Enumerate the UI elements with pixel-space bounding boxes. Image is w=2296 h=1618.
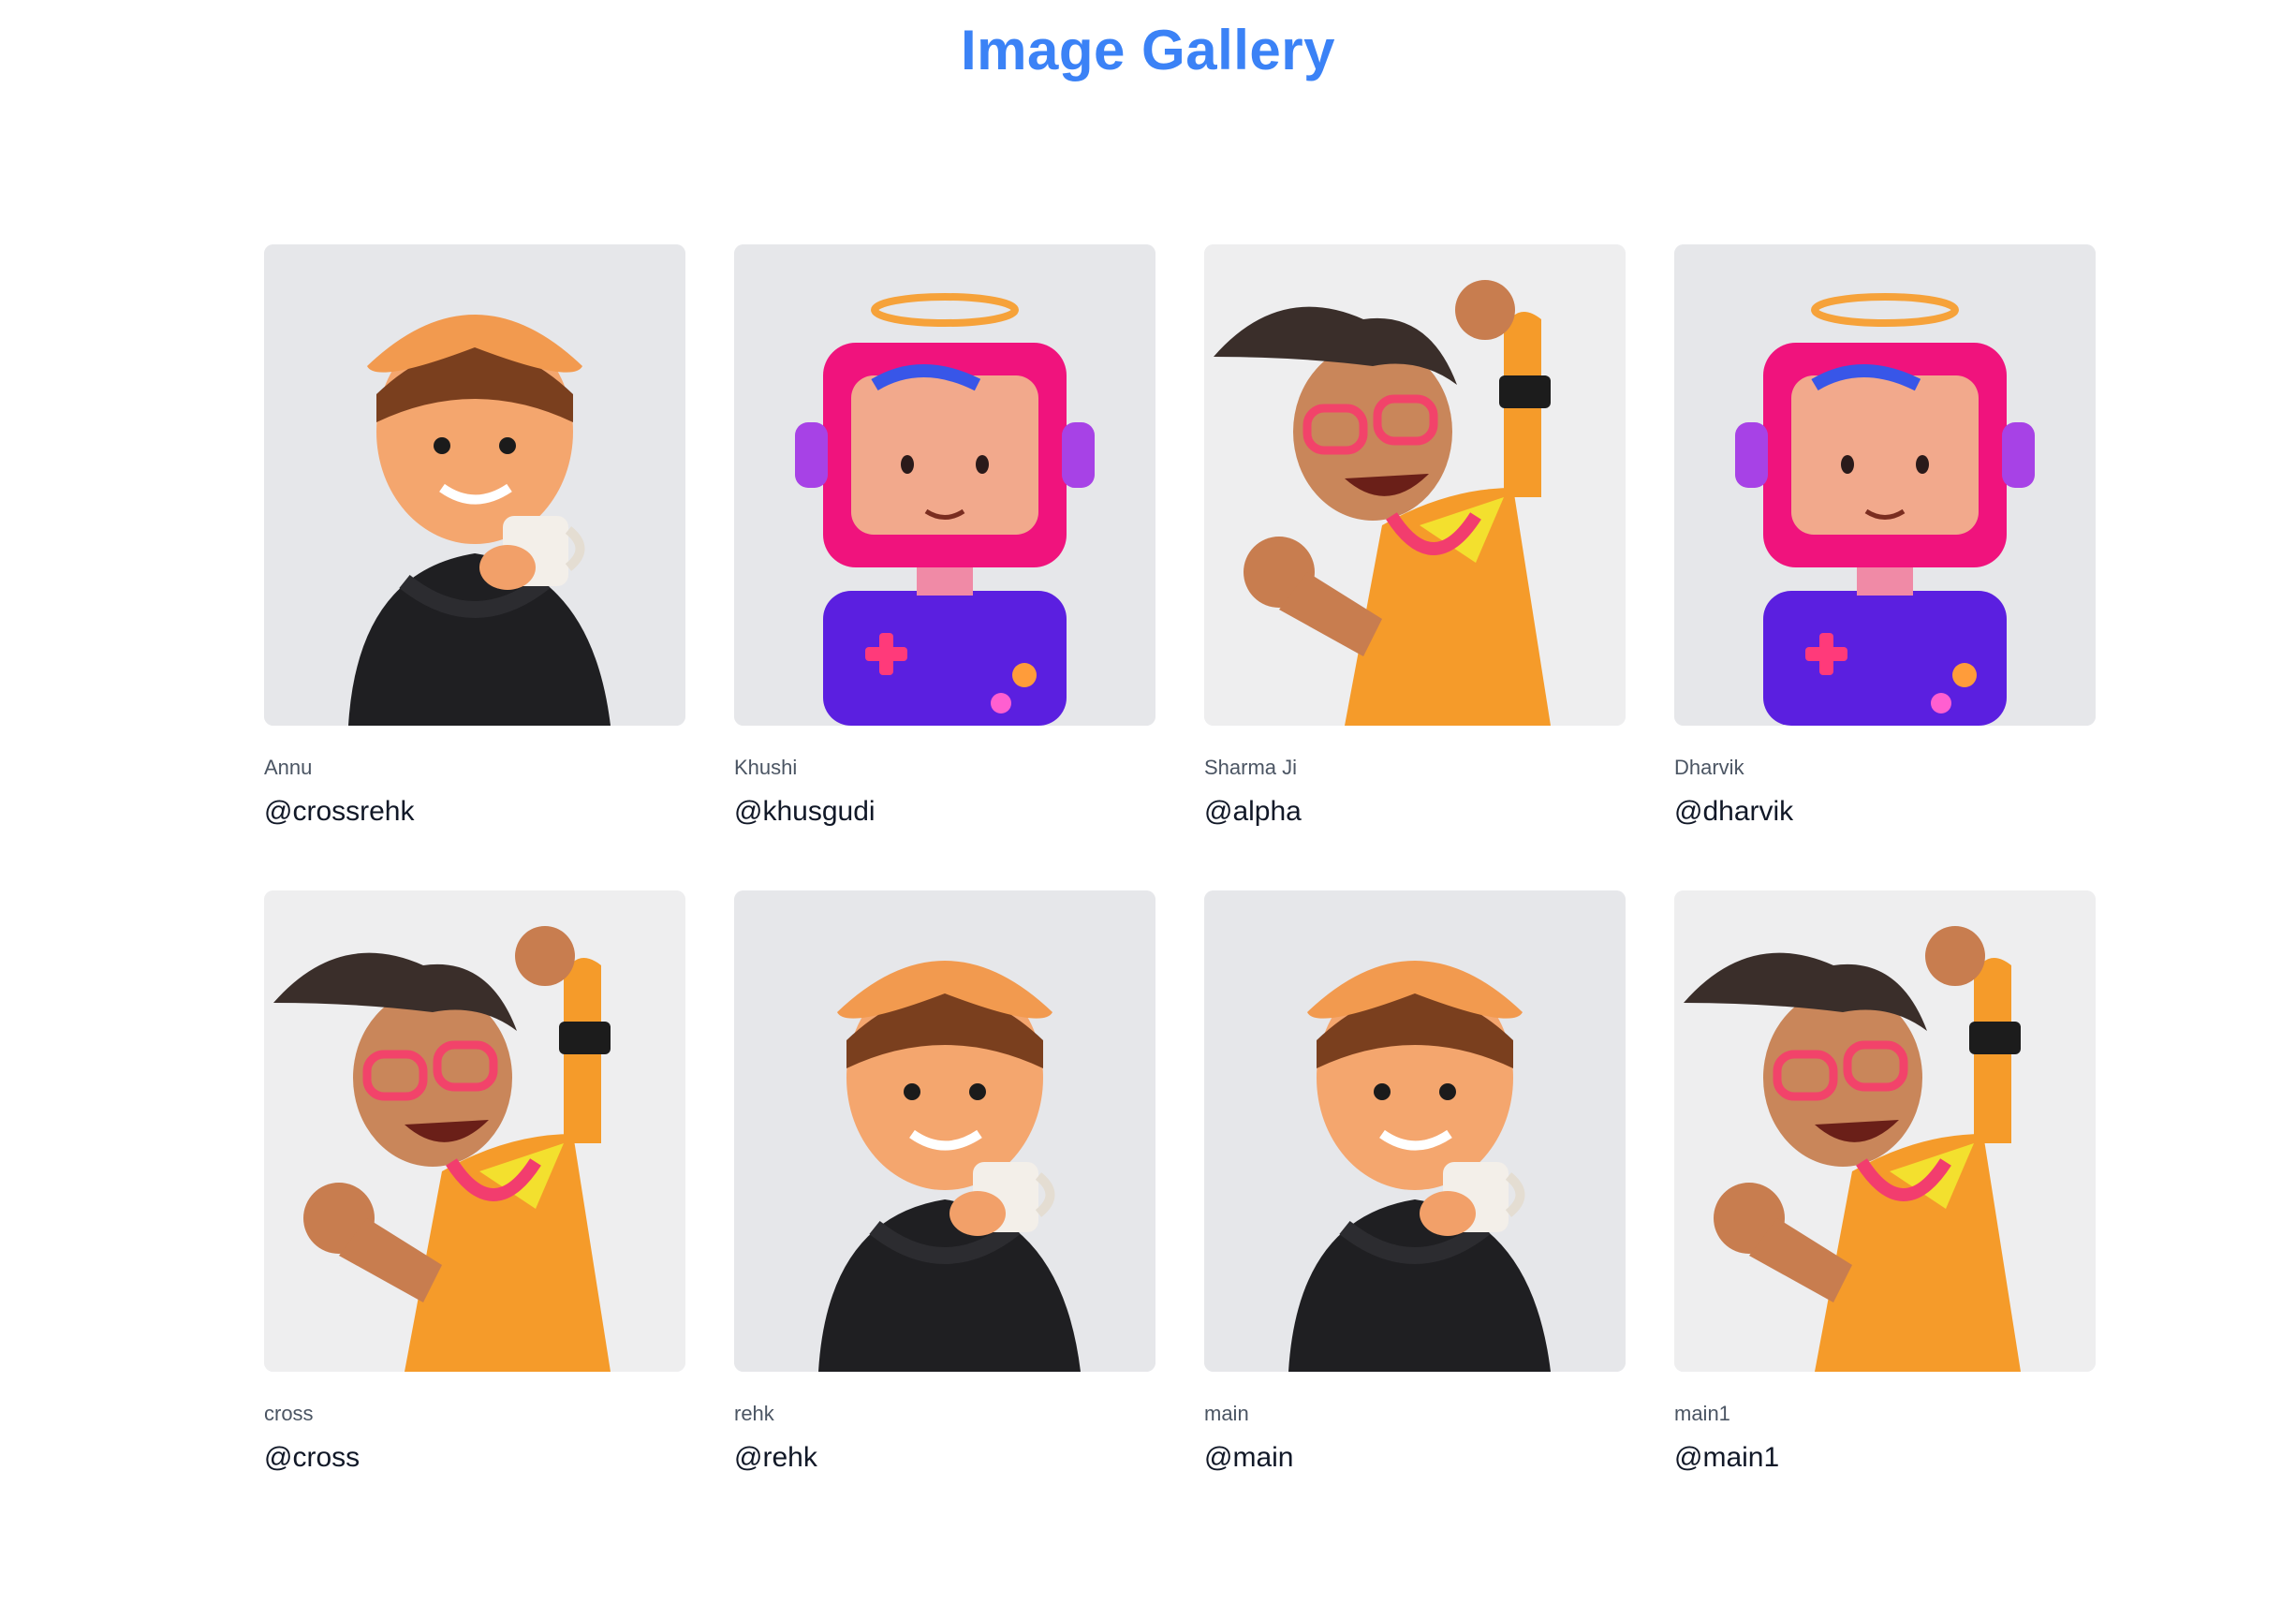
gallery-card-name: Sharma Ji xyxy=(1204,756,1298,779)
gallery-card[interactable]: Dharvik @dharvik xyxy=(1674,244,2096,829)
gallery-card-handle[interactable]: @cross xyxy=(264,1441,685,1475)
gallery-card-handle[interactable]: @main1 xyxy=(1674,1441,2096,1475)
gallery-card-name: Annu xyxy=(264,756,313,779)
gallery-card[interactable]: Khushi @khusgudi xyxy=(734,244,1155,829)
robot-avatar-image[interactable] xyxy=(1674,244,2096,726)
gallery-card-handle[interactable]: @rehk xyxy=(734,1441,1155,1475)
gallery-card-handle[interactable]: @alpha xyxy=(1204,795,1626,829)
gallery-card-name: main1 xyxy=(1674,1402,1730,1425)
gallery-card-name: Khushi xyxy=(734,756,798,779)
gallery-card[interactable]: Sharma Ji @alpha xyxy=(1204,244,1626,829)
gallery-card-handle[interactable]: @dharvik xyxy=(1674,795,2096,829)
coffee-boy-avatar-image[interactable] xyxy=(1204,890,1626,1372)
cheering-boy-avatar-image[interactable] xyxy=(1674,890,2096,1372)
gallery-card[interactable]: main @main xyxy=(1204,890,1626,1475)
gallery-card[interactable]: Annu @crossrehk xyxy=(264,244,685,829)
gallery-card-handle[interactable]: @crossrehk xyxy=(264,795,685,829)
robot-avatar-image[interactable] xyxy=(734,244,1155,726)
gallery-card[interactable]: main1 @main1 xyxy=(1674,890,2096,1475)
coffee-boy-avatar-icon xyxy=(734,890,1155,1372)
gallery-card-handle[interactable]: @main xyxy=(1204,1441,1626,1475)
gallery-card-handle[interactable]: @khusgudi xyxy=(734,795,1155,829)
robot-avatar-icon xyxy=(1674,244,2096,726)
coffee-boy-avatar-image[interactable] xyxy=(264,244,685,726)
coffee-boy-avatar-icon xyxy=(264,244,685,726)
gallery-card[interactable]: rehk @rehk xyxy=(734,890,1155,1475)
page-title: Image Gallery xyxy=(960,19,1336,81)
coffee-boy-avatar-image[interactable] xyxy=(734,890,1155,1372)
cheering-boy-avatar-icon xyxy=(1674,890,2096,1372)
coffee-boy-avatar-icon xyxy=(1204,890,1626,1372)
cheering-boy-avatar-image[interactable] xyxy=(264,890,685,1372)
gallery-card-name: cross xyxy=(264,1402,314,1425)
gallery-card-name: main xyxy=(1204,1402,1249,1425)
cheering-boy-avatar-icon xyxy=(1204,244,1626,726)
cheering-boy-avatar-image[interactable] xyxy=(1204,244,1626,726)
gallery-card-name: rehk xyxy=(734,1402,774,1425)
cheering-boy-avatar-icon xyxy=(264,890,685,1372)
gallery-card[interactable]: cross @cross xyxy=(264,890,685,1475)
image-gallery-grid: Annu @crossrehk Khushi @khusgudi Sharma … xyxy=(264,244,2097,1475)
robot-avatar-icon xyxy=(734,244,1155,726)
gallery-card-name: Dharvik xyxy=(1674,756,1744,779)
